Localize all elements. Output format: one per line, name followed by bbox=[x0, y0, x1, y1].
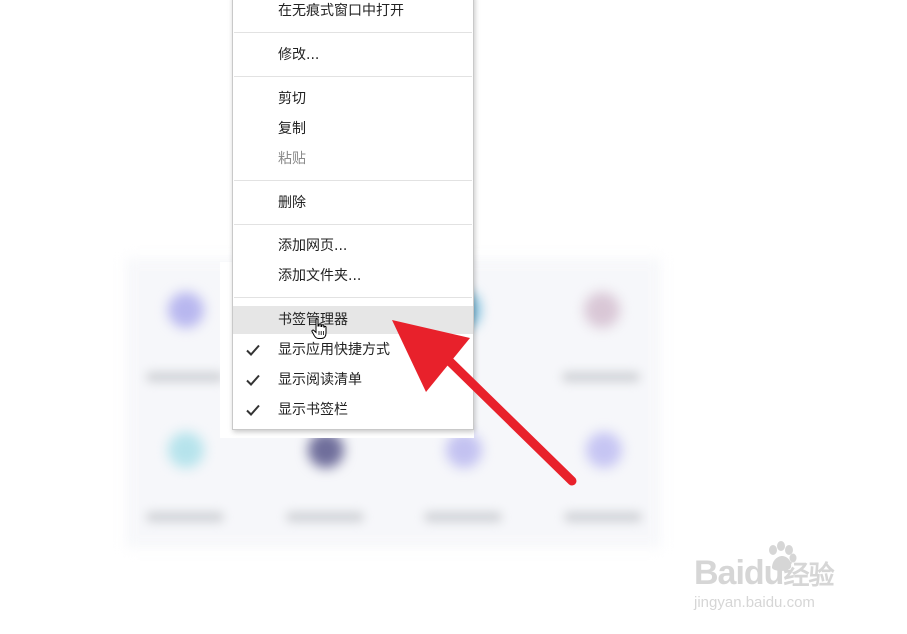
menu-item-add-folder[interactable]: 添加文件夹... bbox=[233, 262, 473, 290]
menu-item-label: 粘贴 bbox=[278, 151, 306, 167]
menu-item-open-incognito[interactable]: 在无痕式窗口中打开 bbox=[233, 0, 473, 25]
shortcut-tile[interactable] bbox=[556, 272, 646, 382]
shortcut-tile[interactable] bbox=[140, 412, 230, 522]
screenshot-stage: 在无痕式窗口中打开 修改... 剪切 复制 粘贴 删除 添加网页... 添加文件… bbox=[0, 0, 907, 634]
menu-divider bbox=[234, 76, 472, 77]
menu-item-show-apps-shortcut[interactable]: 显示应用快捷方式 bbox=[233, 336, 473, 364]
menu-divider bbox=[234, 180, 472, 181]
watermark-brand: Baidu经验 bbox=[694, 554, 834, 592]
menu-item-label: 复制 bbox=[278, 121, 306, 137]
menu-item-show-reading-list[interactable]: 显示阅读清单 bbox=[233, 366, 473, 394]
menu-item-label: 显示书签栏 bbox=[278, 402, 348, 418]
shortcut-tile[interactable] bbox=[140, 272, 230, 382]
shortcut-tile[interactable] bbox=[558, 412, 648, 522]
menu-item-bookmark-manager[interactable]: 书签管理器 bbox=[233, 306, 473, 334]
hand-pointer-icon bbox=[311, 318, 327, 339]
menu-item-label: 添加文件夹... bbox=[278, 268, 362, 284]
bookmark-context-menu: 在无痕式窗口中打开 修改... 剪切 复制 粘贴 删除 添加网页... 添加文件… bbox=[232, 0, 474, 430]
menu-item-add-page[interactable]: 添加网页... bbox=[233, 232, 473, 260]
menu-divider bbox=[234, 224, 472, 225]
menu-item-label: 显示应用快捷方式 bbox=[278, 342, 390, 358]
menu-item-label: 在无痕式窗口中打开 bbox=[278, 3, 404, 19]
menu-item-label: 显示阅读清单 bbox=[278, 372, 362, 388]
check-icon bbox=[246, 404, 260, 416]
menu-item-delete[interactable]: 删除 bbox=[233, 189, 473, 217]
menu-item-label: 修改... bbox=[278, 47, 320, 63]
baidu-jingyan-watermark: Baidu经验 jingyan.baidu.com bbox=[690, 540, 870, 620]
menu-item-edit[interactable]: 修改... bbox=[233, 41, 473, 69]
menu-divider bbox=[234, 32, 472, 33]
menu-item-show-bookmarks-bar[interactable]: 显示书签栏 bbox=[233, 396, 473, 424]
check-icon bbox=[246, 374, 260, 386]
menu-item-label: 剪切 bbox=[278, 91, 306, 107]
watermark-site: jingyan.baidu.com bbox=[694, 594, 815, 611]
menu-item-label: 添加网页... bbox=[278, 238, 348, 254]
menu-item-cut[interactable]: 剪切 bbox=[233, 85, 473, 113]
check-icon bbox=[246, 344, 260, 356]
menu-item-copy[interactable]: 复制 bbox=[233, 115, 473, 143]
menu-item-paste[interactable]: 粘贴 bbox=[233, 145, 473, 173]
menu-item-label: 删除 bbox=[278, 195, 306, 211]
menu-divider bbox=[234, 297, 472, 298]
